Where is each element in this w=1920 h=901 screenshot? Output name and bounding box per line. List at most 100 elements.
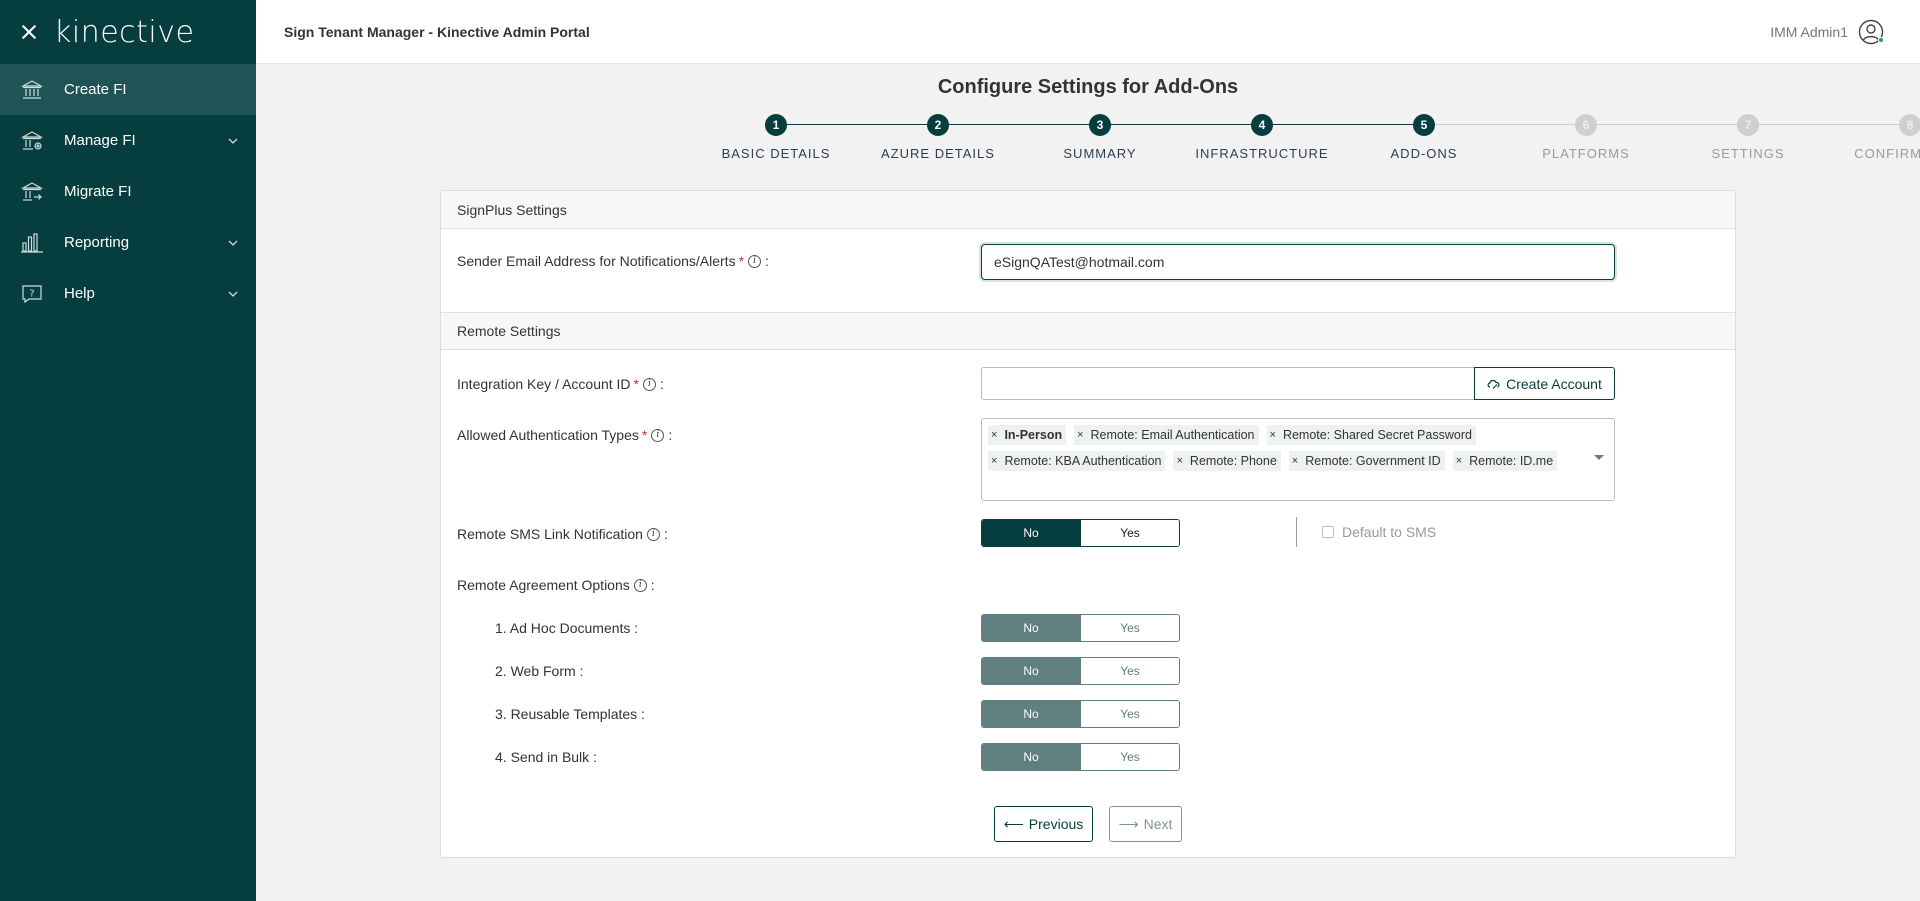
step-3: 3 SUMMARY [1020, 114, 1180, 161]
sidebar-item-manage-fi[interactable]: Manage FI [0, 115, 256, 166]
checkbox-box[interactable] [1322, 526, 1334, 538]
auth-types-multiselect[interactable]: × In-Person × Remote: Email Authentication ×… [981, 418, 1615, 501]
step-5: 5 ADD-ONS [1344, 114, 1504, 161]
send-in-bulk-no-option[interactable]: No [982, 744, 1080, 770]
step-8: 8 CONFIRMATION [1830, 114, 1920, 161]
web-form-label: 2. Web Form : [495, 663, 584, 679]
bank-icon [20, 78, 44, 102]
logo: kinective [54, 14, 195, 50]
step-label: CONFIRMATION [1854, 146, 1920, 161]
auth-type-tag: × Remote: ID.me [1452, 451, 1558, 471]
chevron-down-icon [228, 240, 238, 246]
sender-email-input[interactable] [981, 244, 1615, 280]
auth-type-tag-label: In-Person [1004, 428, 1063, 442]
send-in-bulk-yes-option[interactable]: Yes [1080, 744, 1179, 770]
reusable-templates-no-option[interactable]: No [982, 701, 1080, 727]
info-icon[interactable]: i [651, 428, 665, 442]
sms-no-option[interactable]: No [982, 520, 1080, 546]
sms-link-toggle[interactable]: No Yes [981, 519, 1180, 547]
user-name[interactable]: IMM Admin1 [1770, 24, 1848, 40]
sms-link-label: Remote SMS Link Notification i : [457, 526, 668, 542]
info-icon[interactable]: i [643, 377, 656, 391]
remove-tag-icon[interactable]: × [991, 429, 997, 441]
auth-types-label-text: Allowed Authentication Types [457, 427, 639, 443]
step-label: ADD-ONS [1390, 146, 1458, 161]
auth-type-tag-label: Remote: Email Authentication [1090, 428, 1255, 442]
agreement-options-label: Remote Agreement Options i : [457, 577, 655, 593]
default-sms-checkbox[interactable]: Default to SMS [1322, 524, 1436, 540]
auth-type-tag-label: Remote: ID.me [1469, 454, 1554, 468]
sidebar-item-label: Reporting [64, 234, 130, 251]
main-content: Configure Settings for Add-Ons 1 BASIC DE… [256, 64, 1920, 901]
auth-type-tag: × Remote: Email Authentication [1074, 425, 1259, 445]
sidebar-item-label: Migrate FI [64, 183, 132, 200]
reusable-templates-yes-option[interactable]: Yes [1080, 701, 1179, 727]
arrow-left-icon: ⟵ [1003, 815, 1024, 832]
sidebar-item-create-fi[interactable]: Create FI [0, 64, 256, 115]
required-marker: * [738, 253, 745, 269]
web-form-no-option[interactable]: No [982, 658, 1080, 684]
sidebar-item-help[interactable]: ? Help [0, 268, 256, 319]
step-number: 1 [765, 114, 787, 136]
page-title: Configure Settings for Add-Ons [937, 76, 1239, 98]
sidebar-item-migrate-fi[interactable]: Migrate FI [0, 166, 256, 217]
web-form-toggle[interactable]: No Yes [981, 657, 1180, 685]
auth-types-tags: × In-Person × Remote: Email Authentication ×… [988, 423, 1584, 475]
sidebar-item-reporting[interactable]: Reporting [0, 217, 256, 268]
send-in-bulk-toggle[interactable]: No Yes [981, 743, 1180, 771]
sidebar-header: kinective [0, 0, 256, 64]
auth-type-tag-label: Remote: Shared Secret Password [1282, 428, 1472, 442]
sender-email-label-text: Sender Email Address for Notifications/A… [457, 253, 736, 269]
web-form-yes-option[interactable]: Yes [1080, 658, 1179, 684]
step-label: AZURE DETAILS [881, 146, 995, 161]
send-in-bulk-label: 4. Send in Bulk : [495, 749, 597, 765]
reusable-templates-toggle[interactable]: No Yes [981, 700, 1180, 728]
auth-type-tag: × Remote: Phone [1173, 451, 1281, 471]
next-button[interactable]: ⟶ Next [1109, 806, 1182, 842]
settings-card: SignPlus Settings Sender Email Address f… [440, 190, 1736, 858]
ad-hoc-yes-option[interactable]: Yes [1080, 615, 1179, 641]
step-number: 6 [1575, 114, 1597, 136]
remove-tag-icon[interactable]: × [1176, 455, 1182, 467]
remove-tag-icon[interactable]: × [1292, 455, 1298, 467]
integration-key-label: Integration Key / Account ID * i : [457, 376, 664, 392]
remove-tag-icon[interactable]: × [991, 455, 997, 467]
step-label: SUMMARY [1063, 146, 1137, 161]
step-label: SETTINGS [1711, 146, 1785, 161]
step-label: BASIC DETAILS [721, 146, 831, 161]
info-icon[interactable]: i [646, 527, 660, 541]
step-7: 7 SETTINGS [1668, 114, 1828, 161]
create-account-button[interactable]: Create Account [1474, 367, 1615, 400]
online-status-dot [1878, 36, 1884, 43]
auth-type-tag: × Remote: Shared Secret Password [1266, 425, 1476, 445]
create-account-label: Create Account [1506, 375, 1602, 392]
divider [1296, 517, 1297, 547]
integration-key-input[interactable] [981, 367, 1475, 400]
info-icon[interactable]: i [748, 254, 762, 268]
ad-hoc-toggle[interactable]: No Yes [981, 614, 1180, 642]
step-label: PLATFORMS [1542, 146, 1630, 161]
reusable-templates-label: 3. Reusable Templates : [495, 706, 645, 722]
step-label: INFRASTRUCTURE [1195, 146, 1329, 161]
sidebar-item-label: Manage FI [64, 132, 136, 149]
dropdown-caret-icon[interactable] [1594, 455, 1604, 460]
top-header: Sign Tenant Manager - Kinective Admin Po… [256, 0, 1920, 64]
previous-button[interactable]: ⟵ Previous [994, 806, 1093, 842]
sidebar: kinective Create FI Manage FI Migrate FI [0, 0, 256, 901]
step-number: 7 [1737, 114, 1759, 136]
close-icon[interactable] [20, 23, 38, 41]
remove-tag-icon[interactable]: × [1456, 455, 1462, 467]
step-2: 2 AZURE DETAILS [858, 114, 1018, 161]
ad-hoc-no-option[interactable]: No [982, 615, 1080, 641]
step-4: 4 INFRASTRUCTURE [1182, 114, 1342, 161]
sms-yes-option[interactable]: Yes [1080, 520, 1179, 546]
remove-tag-icon[interactable]: × [1270, 429, 1276, 441]
auth-type-tag: × Remote: KBA Authentication [988, 451, 1166, 471]
auth-type-tag-label: Remote: KBA Authentication [1004, 454, 1162, 468]
step-6: 6 PLATFORMS [1506, 114, 1666, 161]
auth-types-label: Allowed Authentication Types * i : [457, 427, 673, 443]
info-icon[interactable]: i [633, 578, 647, 592]
wizard-stepper: 1 BASIC DETAILS 2 AZURE DETAILS 3 SUMMARY 4 INF… [716, 114, 1920, 164]
user-avatar-icon[interactable] [1858, 19, 1884, 45]
remove-tag-icon[interactable]: × [1077, 429, 1083, 441]
